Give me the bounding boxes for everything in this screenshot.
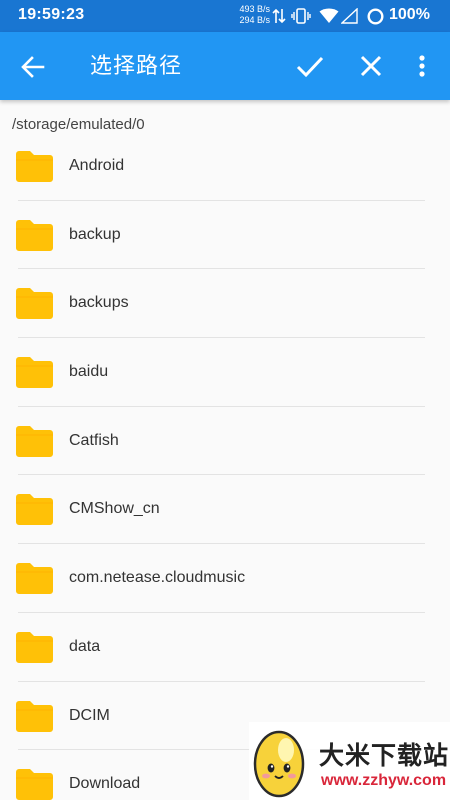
wifi-icon [319, 8, 339, 23]
checkmark-icon[interactable] [294, 50, 326, 82]
watermark: 大米下载站 www.zzhyw.com [249, 722, 450, 800]
folder-item[interactable]: backup [0, 201, 450, 270]
folder-item[interactable]: Android [0, 132, 450, 201]
folder-icon [16, 494, 53, 526]
status-bar: 19:59:23 493 B/s 294 B/s 100% [0, 0, 450, 32]
folder-name: CMShow_cn [69, 500, 160, 518]
folder-icon [16, 769, 53, 800]
folder-name: Download [69, 775, 141, 793]
watermark-title: 大米下载站 [319, 742, 450, 770]
folder-icon [16, 425, 53, 457]
folder-name: baidu [69, 363, 109, 381]
folder-name: backup [69, 225, 121, 243]
folder-icon [16, 700, 53, 732]
battery-percentage: 100% [389, 6, 430, 23]
current-path: /storage/emulated/0 [12, 116, 145, 133]
folder-name: backups [69, 294, 129, 312]
folder-item[interactable]: CMShow_cn [0, 475, 450, 545]
folder-list: Android backup backups baidu Catfish CMS… [0, 132, 450, 800]
page-title: 选择路径 [90, 53, 183, 78]
folder-item[interactable]: com.netease.cloudmusic [0, 544, 450, 613]
folder-name: Android [69, 157, 125, 174]
data-transfer-icon [272, 8, 286, 24]
folder-icon [16, 357, 53, 389]
folder-icon [16, 288, 53, 320]
network-speed: 493 B/s 294 B/s [234, 4, 270, 26]
upload-speed: 493 B/s [239, 4, 270, 14]
status-time: 19:59:23 [18, 6, 85, 23]
folder-item[interactable]: baidu [0, 338, 450, 407]
folder-name: com.netease.cloudmusic [69, 569, 246, 587]
folder-icon [16, 151, 53, 182]
folder-item[interactable]: data [0, 613, 450, 682]
arrow-back-icon[interactable] [18, 52, 48, 82]
app-toolbar: 选择路径 [0, 32, 450, 100]
folder-icon [16, 219, 53, 251]
watermark-url: www.zzhyw.com [321, 772, 447, 789]
folder-name: Catfish [69, 431, 119, 449]
folder-icon [16, 631, 53, 663]
signal-icon [341, 8, 358, 24]
folder-item[interactable]: Catfish [0, 407, 450, 476]
folder-name: data [69, 637, 101, 655]
folder-icon [16, 563, 53, 595]
vibrate-icon [291, 8, 311, 24]
close-icon[interactable] [356, 51, 386, 81]
battery-icon [367, 8, 384, 25]
more-vert-icon[interactable] [412, 51, 432, 81]
folder-name: DCIM [69, 706, 110, 724]
folder-item[interactable]: backups [0, 269, 450, 339]
download-speed: 294 B/s [239, 15, 270, 25]
rice-mascot-logo [253, 730, 305, 798]
